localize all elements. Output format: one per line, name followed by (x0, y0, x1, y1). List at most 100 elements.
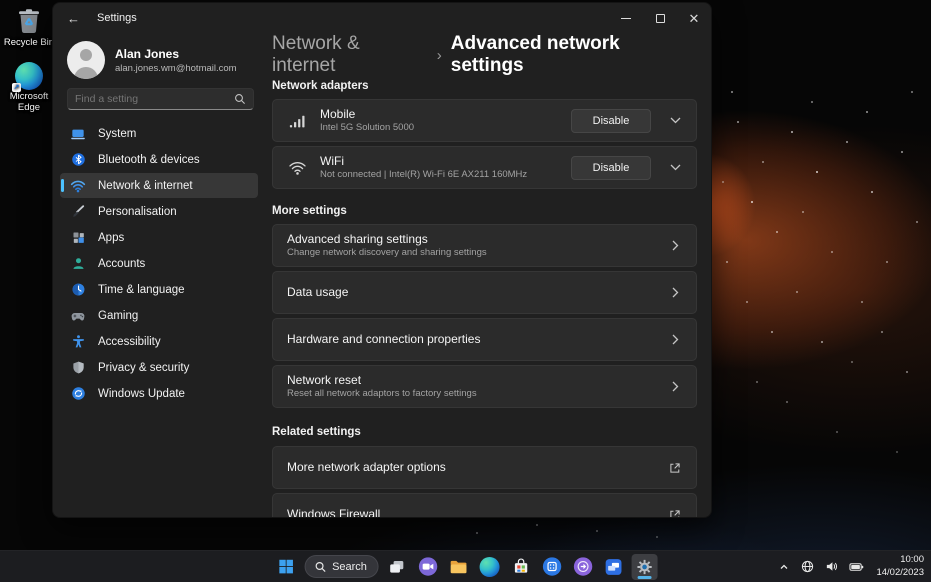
profile[interactable]: Alan Jones alan.jones.wm@hotmail.com (67, 41, 254, 79)
taskbar-app-grid[interactable] (539, 554, 565, 580)
chevron-right-icon (668, 287, 682, 298)
file-explorer-icon (451, 560, 467, 573)
sidebar-item-label: Bluetooth & devices (98, 153, 200, 166)
setting-row-windows-firewall[interactable]: Windows Firewall (272, 493, 697, 518)
chevron-down-icon[interactable] (668, 164, 682, 171)
breadcrumb-parent[interactable]: Network & internet (272, 33, 428, 77)
settings-search-input[interactable] (75, 93, 234, 105)
windows-update-icon (70, 386, 86, 402)
sidebar-item-windows-update[interactable]: Windows Update (60, 381, 258, 406)
setting-title: Advanced sharing settings (287, 231, 428, 246)
windows-logo-icon (279, 559, 293, 574)
sidebar-nav: System Bluetooth & devices Network & int… (60, 121, 258, 406)
bluetooth-icon (70, 152, 86, 168)
system-tray: 10:00 14/02/2023 (776, 551, 924, 582)
taskbar-app-settings[interactable] (631, 553, 658, 580)
adapter-description: Intel 5G Solution 5000 (320, 121, 415, 133)
setting-title: Windows Firewall (287, 507, 381, 518)
external-link-icon (668, 509, 682, 517)
remote-screens-icon (606, 558, 622, 575)
taskbar-app-screens[interactable] (601, 554, 627, 580)
disable-button-wifi[interactable]: Disable (571, 155, 651, 180)
external-link-icon (668, 462, 682, 474)
taskbar-app-file-explorer[interactable] (446, 554, 472, 580)
sidebar-item-network-internet[interactable]: Network & internet (60, 173, 258, 198)
maximize-icon (655, 13, 665, 23)
taskbar-app-arrow[interactable] (570, 554, 596, 580)
accounts-icon (70, 256, 86, 272)
desktop-icon-edge[interactable]: ↗ Microsoft Edge (0, 62, 58, 114)
sidebar-item-gaming[interactable]: Gaming (60, 303, 258, 328)
taskbar-app-edge[interactable] (477, 554, 503, 580)
chevron-down-icon[interactable] (668, 117, 682, 124)
clock[interactable]: 10:00 14/02/2023 (876, 554, 924, 580)
adapter-row-mobile[interactable]: Mobile Intel 5G Solution 5000 Disable (272, 99, 697, 142)
sidebar-item-label: Windows Update (98, 387, 185, 400)
sidebar-item-personalisation[interactable]: Personalisation (60, 199, 258, 224)
taskbar: Search 10:00 14/02/2023 (0, 550, 931, 582)
desktop: Recycle Bin ↗ Microsoft Edge ← Settings … (0, 0, 931, 582)
sidebar-item-accessibility[interactable]: Accessibility (60, 329, 258, 354)
chevron-right-icon (668, 381, 682, 392)
close-button[interactable]: ✕ (677, 3, 711, 33)
volume-tray-button[interactable] (823, 558, 840, 575)
network-tray-button[interactable] (799, 558, 816, 575)
sidebar-item-label: Network & internet (98, 179, 193, 192)
taskbar-search-label: Search (332, 560, 367, 573)
settings-content: Network & internet › Advanced network se… (264, 33, 711, 518)
profile-name: Alan Jones (115, 47, 180, 62)
sidebar-item-label: System (98, 127, 137, 140)
minimize-button[interactable] (609, 3, 643, 33)
time-language-icon (70, 282, 86, 298)
network-icon (70, 178, 86, 194)
sidebar-item-privacy-security[interactable]: Privacy & security (60, 355, 258, 380)
setting-row-more-adapter-options[interactable]: More network adapter options (272, 446, 697, 489)
start-button[interactable] (273, 554, 299, 580)
sidebar-item-apps[interactable]: Apps (60, 225, 258, 250)
setting-row-hardware-properties[interactable]: Hardware and connection properties (272, 318, 697, 361)
privacy-security-icon (70, 360, 86, 376)
breadcrumb-separator-icon: › (436, 47, 442, 64)
gaming-icon (70, 308, 86, 324)
battery-tray-button[interactable] (847, 559, 866, 575)
setting-subtitle: Change network discovery and sharing set… (287, 246, 487, 258)
sidebar-item-system[interactable]: System (60, 121, 258, 146)
sidebar-item-bluetooth-devices[interactable]: Bluetooth & devices (60, 147, 258, 172)
sidebar-item-label: Apps (98, 231, 125, 244)
task-view-button[interactable] (384, 554, 410, 580)
adapter-description: Not connected | Intel(R) Wi-Fi 6E AX211 … (320, 168, 528, 180)
disable-button-mobile[interactable]: Disable (571, 108, 651, 133)
taskbar-app-chat[interactable] (415, 554, 441, 580)
setting-row-network-reset[interactable]: Network reset Reset all network adaptors… (272, 365, 697, 408)
sidebar-item-time-language[interactable]: Time & language (60, 277, 258, 302)
sidebar-item-label: Time & language (98, 283, 185, 296)
taskbar-search[interactable]: Search (304, 555, 379, 578)
settings-gear-icon (637, 559, 653, 574)
settings-search-box[interactable] (67, 88, 254, 110)
desktop-icon-recycle-bin[interactable]: Recycle Bin (0, 6, 58, 49)
desktop-icon-label: Microsoft Edge (9, 91, 49, 113)
circle-arrow-icon (573, 557, 593, 576)
clock-date: 14/02/2023 (876, 566, 924, 578)
taskbar-app-store[interactable] (508, 554, 534, 580)
sidebar-item-label: Privacy & security (98, 361, 190, 374)
sidebar-item-accounts[interactable]: Accounts (60, 251, 258, 276)
edge-icon (479, 556, 500, 577)
edge-icon: ↗ (0, 62, 58, 92)
sidebar: Alan Jones alan.jones.wm@hotmail.com Fin… (53, 33, 264, 517)
back-button[interactable]: ← (67, 11, 87, 26)
settings-window: ← Settings ✕ Alan Jones alan.jones.wm@ho… (52, 2, 712, 518)
microsoft-store-icon (514, 558, 528, 573)
adapter-name: Mobile (320, 106, 356, 121)
recycle-bin-icon (0, 6, 58, 36)
sidebar-item-label: Accessibility (98, 335, 161, 348)
maximize-button[interactable] (643, 3, 677, 33)
system-icon (70, 126, 86, 142)
setting-title: Hardware and connection properties (287, 332, 481, 346)
adapter-row-wifi[interactable]: WiFi Not connected | Intel(R) Wi-Fi 6E A… (272, 146, 697, 189)
accessibility-icon (70, 334, 86, 350)
search-icon (314, 561, 326, 573)
setting-row-data-usage[interactable]: Data usage (272, 271, 697, 314)
hidden-icons-button[interactable] (776, 559, 792, 575)
setting-row-advanced-sharing[interactable]: Advanced sharing settings Change network… (272, 224, 697, 267)
